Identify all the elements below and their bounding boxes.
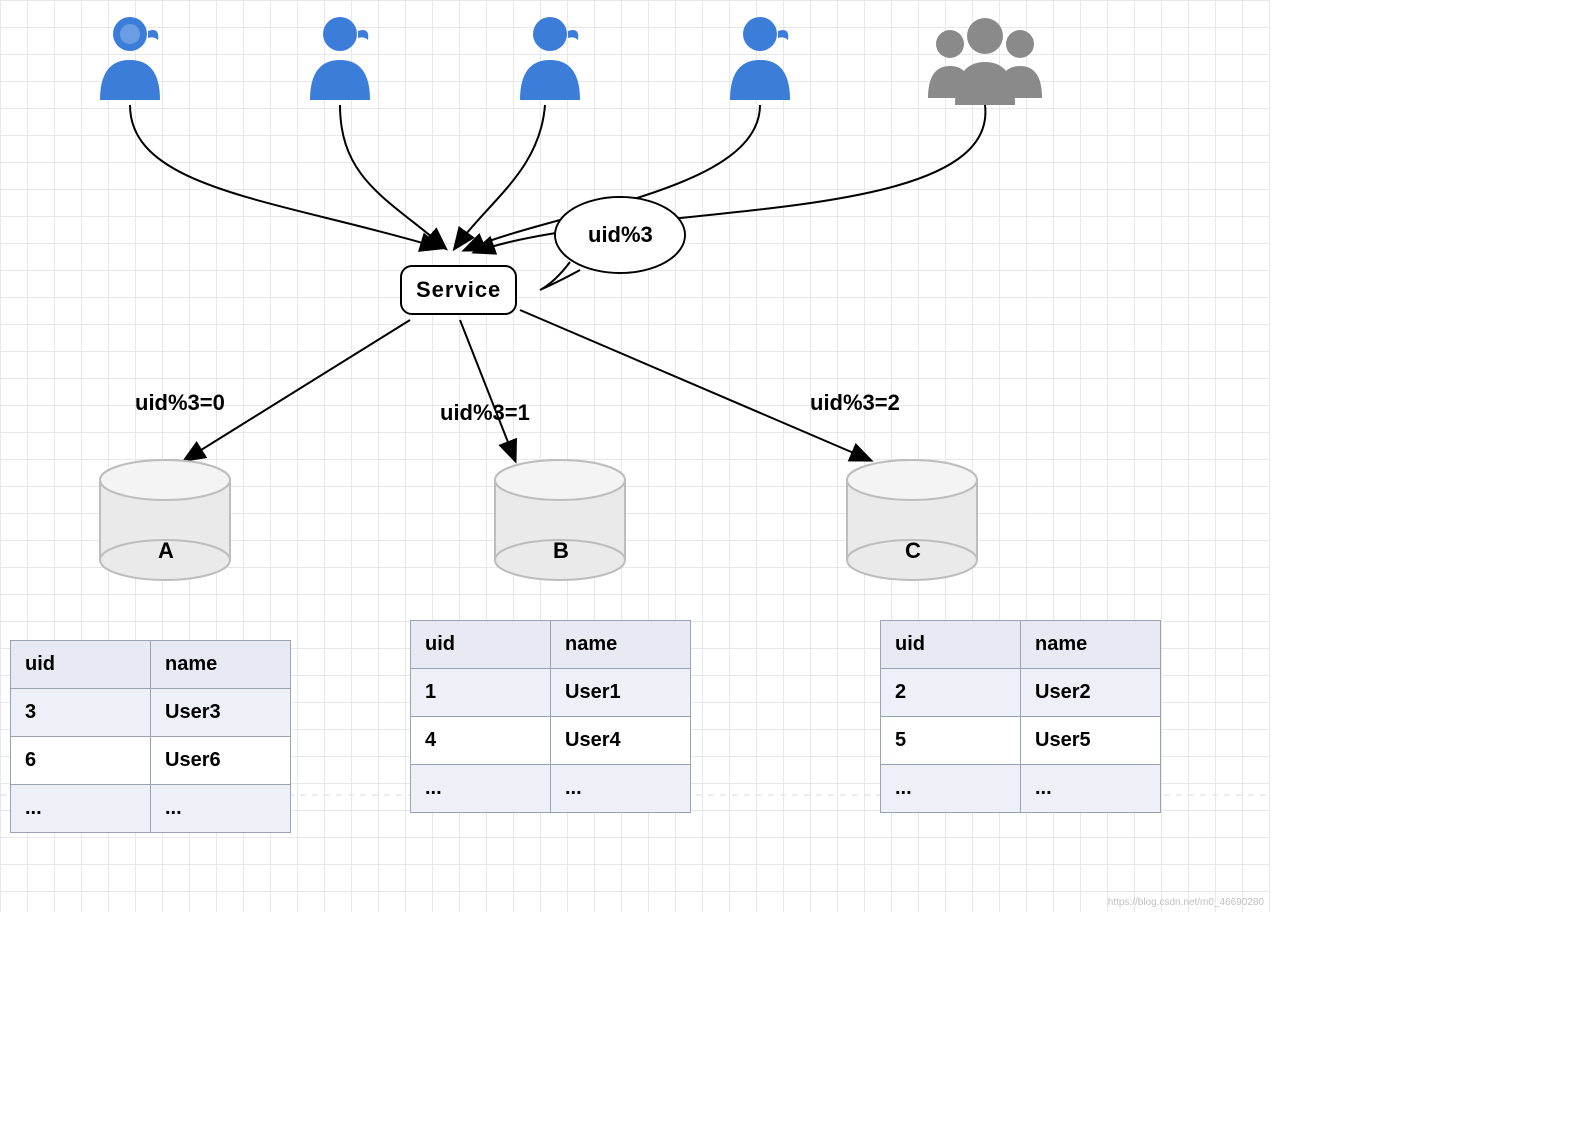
user-icon-2 [290, 10, 390, 110]
user-icon-4 [710, 10, 810, 110]
database-label-c: C [905, 538, 921, 564]
service-label: Service [416, 277, 501, 302]
table-row: ... ... [881, 765, 1161, 813]
table-header-name: name [151, 641, 291, 689]
table-header-uid: uid [881, 621, 1021, 669]
table-header-name: name [551, 621, 691, 669]
service-node: Service [400, 265, 517, 315]
watermark-text: https://blog.csdn.net/m0_46690280 [1108, 897, 1264, 908]
table-row: 2 User2 [881, 669, 1161, 717]
table-header-uid: uid [411, 621, 551, 669]
table-header-row: uid name [11, 641, 291, 689]
table-header-name: name [1021, 621, 1161, 669]
speech-bubble-text: uid%3 [588, 222, 653, 248]
table-b: uid name 1 User1 4 User4 ... ... [410, 620, 691, 813]
table-row: 1 User1 [411, 669, 691, 717]
user-icon-3 [500, 10, 600, 110]
edge-label-middle: uid%3=1 [440, 400, 530, 426]
table-row: 3 User3 [11, 689, 291, 737]
table-row: 4 User4 [411, 717, 691, 765]
table-row: 6 User6 [11, 737, 291, 785]
user-icon-1 [80, 10, 180, 110]
database-label-a: A [158, 538, 174, 564]
table-c: uid name 2 User2 5 User5 ... ... [880, 620, 1161, 813]
table-header-row: uid name [881, 621, 1161, 669]
database-label-b: B [553, 538, 569, 564]
table-a: uid name 3 User3 6 User6 ... ... [10, 640, 291, 833]
edge-label-right: uid%3=2 [810, 390, 900, 416]
table-header-row: uid name [411, 621, 691, 669]
table-header-uid: uid [11, 641, 151, 689]
diagram-canvas: uid%3 Service uid%3=0 uid%3=1 uid%3=2 A … [0, 0, 1270, 912]
table-row: ... ... [11, 785, 291, 833]
user-group-icon [910, 10, 1060, 110]
table-row: ... ... [411, 765, 691, 813]
edge-label-left: uid%3=0 [135, 390, 225, 416]
table-row: 5 User5 [881, 717, 1161, 765]
